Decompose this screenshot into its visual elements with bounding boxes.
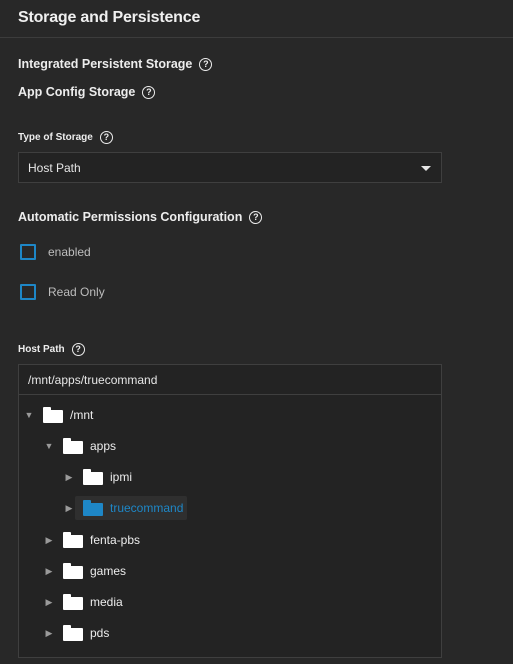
tree-node-label: pds	[90, 626, 110, 640]
auto-permissions-label: Automatic Permissions Configuration	[18, 210, 243, 224]
section-header: Storage and Persistence	[0, 0, 513, 38]
chevron-right-icon[interactable]: ▶	[64, 472, 74, 483]
help-icon[interactable]: ?	[71, 343, 85, 356]
folder-icon	[63, 532, 83, 548]
host-path-value: /mnt/apps/truecommand	[28, 373, 158, 387]
chevron-right-icon[interactable]: ▶	[44, 628, 54, 639]
integrated-storage-label: Integrated Persistent Storage	[18, 57, 193, 71]
chevron-right-icon[interactable]: ▶	[44, 597, 54, 608]
help-icon[interactable]: ?	[142, 85, 156, 99]
folder-icon	[63, 594, 83, 610]
caret-down-icon	[421, 166, 431, 171]
chevron-right-icon[interactable]: ▶	[64, 503, 74, 514]
tree-node-apps[interactable]: ▼ apps	[44, 434, 116, 458]
auto-permissions-row: Automatic Permissions Configuration ?	[18, 210, 263, 224]
host-path-input[interactable]: /mnt/apps/truecommand	[18, 364, 442, 395]
integrated-storage-row: Integrated Persistent Storage ?	[18, 57, 213, 71]
tree-node-label: /mnt	[70, 408, 94, 422]
tree-node-label: ipmi	[110, 470, 133, 484]
tree-node-ipmi[interactable]: ▶ ipmi	[64, 465, 132, 489]
tree-node-pds[interactable]: ▶ pds	[44, 621, 109, 645]
help-icon[interactable]: ?	[199, 57, 213, 71]
folder-icon	[63, 625, 83, 641]
host-path-label: Host Path	[18, 344, 65, 355]
type-of-storage-label: Type of Storage	[18, 132, 93, 143]
chevron-right-icon[interactable]: ▶	[44, 535, 54, 546]
directory-tree: ▼ /mnt ▼ apps ▶ ipmi ▶ truecommand ▶ fen…	[18, 395, 442, 658]
folder-icon	[63, 438, 83, 454]
selected-node[interactable]: truecommand	[75, 496, 188, 520]
help-icon[interactable]: ?	[249, 210, 263, 224]
tree-node-media[interactable]: ▶ media	[44, 590, 123, 614]
section-title: Storage and Persistence	[18, 9, 201, 26]
tree-node-games[interactable]: ▶ games	[44, 559, 126, 583]
type-of-storage-select[interactable]: Host Path	[18, 152, 442, 183]
enabled-checkbox-row[interactable]: enabled	[20, 244, 91, 260]
chevron-right-icon[interactable]: ▶	[44, 566, 54, 577]
tree-node-label: truecommand	[110, 501, 184, 515]
host-path-row: Host Path ?	[18, 343, 85, 356]
read-only-label[interactable]: Read Only	[48, 285, 105, 299]
tree-node-label: fenta-pbs	[90, 533, 141, 547]
type-of-storage-value: Host Path	[28, 161, 81, 175]
read-only-checkbox-row[interactable]: Read Only	[20, 284, 105, 300]
chevron-down-icon[interactable]: ▼	[24, 410, 34, 420]
app-config-row: App Config Storage ?	[18, 85, 156, 99]
folder-icon	[43, 407, 63, 423]
folder-open-icon	[83, 500, 103, 516]
enabled-checkbox[interactable]	[20, 244, 36, 260]
type-of-storage-row: Type of Storage ?	[18, 131, 113, 144]
help-icon[interactable]: ?	[99, 131, 113, 144]
tree-node-truecommand[interactable]: ▶ truecommand	[64, 496, 188, 520]
app-config-label: App Config Storage	[18, 85, 136, 99]
read-only-checkbox[interactable]	[20, 284, 36, 300]
folder-icon	[63, 563, 83, 579]
tree-node-label: apps	[90, 439, 117, 453]
chevron-down-icon[interactable]: ▼	[44, 441, 54, 451]
tree-node-mnt[interactable]: ▼ /mnt	[24, 403, 93, 427]
tree-node-label: games	[90, 564, 127, 578]
tree-node-fenta-pbs[interactable]: ▶ fenta-pbs	[44, 528, 140, 552]
enabled-label[interactable]: enabled	[48, 245, 91, 259]
tree-node-label: media	[90, 595, 123, 609]
folder-icon	[83, 469, 103, 485]
